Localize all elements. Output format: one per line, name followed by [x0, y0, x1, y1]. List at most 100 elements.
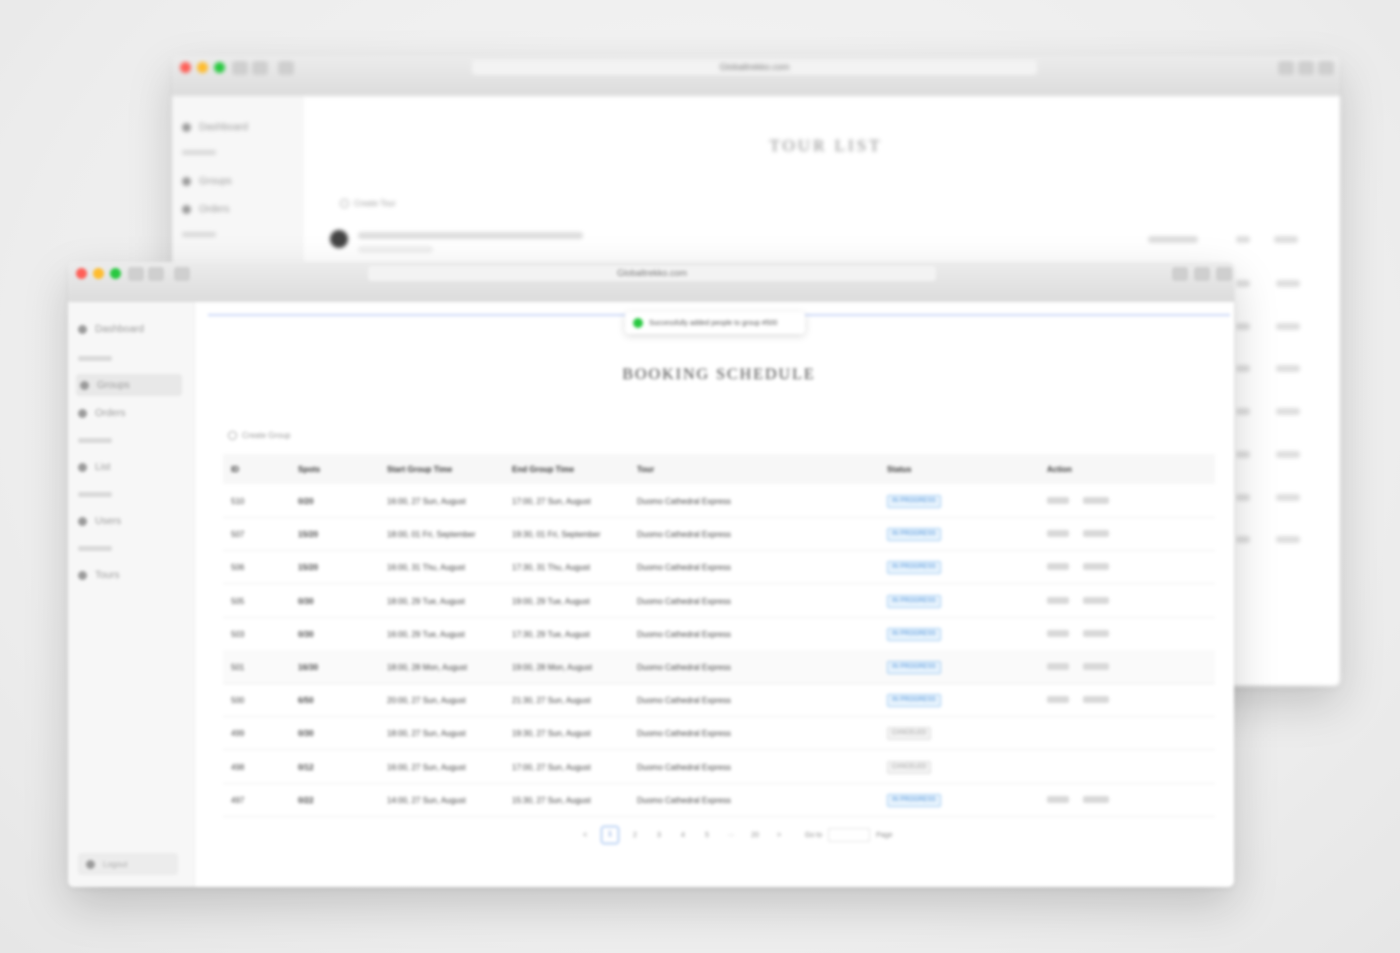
back-row-edit-action[interactable] [1236, 450, 1250, 458]
share-icon[interactable] [1172, 267, 1188, 281]
new-tab-icon[interactable] [1318, 61, 1334, 75]
sidebar-item-list[interactable]: List [78, 456, 111, 478]
sidebar-label: Dashboard [95, 323, 144, 335]
forward-nav-icon[interactable] [252, 61, 268, 75]
status-badge: CANCELED [887, 760, 932, 774]
back-row-edit-action[interactable] [1236, 493, 1250, 501]
prev-page-button[interactable]: < [573, 832, 597, 839]
row-edit-action[interactable] [1047, 795, 1069, 803]
sidebar-item-orders[interactable]: Orders [78, 402, 126, 424]
sidebar-item-users[interactable]: Users [78, 510, 121, 532]
cell-tour: Duomo Cathedral Express [637, 596, 731, 606]
next-page-button[interactable]: > [767, 832, 791, 839]
back-row-view-action[interactable] [1276, 536, 1300, 544]
back-row-view-action[interactable] [1276, 365, 1300, 373]
row-cancel-action[interactable] [1083, 663, 1109, 670]
maximize-icon[interactable] [110, 268, 121, 279]
column-header-end-time[interactable]: End Group Time [512, 465, 574, 474]
tour-edit-action[interactable] [1236, 236, 1250, 243]
plus-icon [340, 198, 349, 208]
table-row[interactable]: 503 0/30 16:00, 29 Tue, August 17:30, 29 Tu… [223, 617, 1215, 651]
row-cancel-action[interactable] [1083, 596, 1109, 604]
forward-nav-icon[interactable] [148, 267, 164, 281]
back-row-view-action[interactable] [1276, 450, 1300, 458]
cell-id: 503 [231, 629, 245, 639]
close-icon[interactable] [180, 62, 191, 73]
back-row-edit-action[interactable] [1236, 408, 1250, 416]
maximize-icon[interactable] [214, 62, 225, 73]
column-header-id[interactable]: ID [231, 465, 239, 474]
column-header-tour[interactable]: Tour [637, 465, 654, 474]
tabs-icon[interactable] [1194, 267, 1210, 281]
sidebar-item-groups[interactable]: Groups [76, 374, 182, 396]
column-header-spots[interactable]: Spots [298, 465, 320, 474]
row-cancel-action[interactable] [1083, 696, 1109, 704]
table-row[interactable]: 505 0/30 18:00, 29 Tue, August 19:00, 29 Tu… [223, 584, 1215, 618]
row-edit-action[interactable] [1047, 497, 1069, 504]
back-nav-icon[interactable] [232, 61, 248, 75]
tabs-icon[interactable] [1298, 61, 1314, 75]
back-sidebar-item-dashboard[interactable]: Dashboard [182, 116, 248, 138]
back-sidebar-item-orders[interactable]: Orders [182, 198, 230, 220]
back-nav-icon[interactable] [128, 267, 144, 281]
page-button-5[interactable]: 5 [695, 832, 719, 839]
column-header-status[interactable]: Status [887, 465, 911, 474]
row-cancel-action[interactable] [1083, 629, 1109, 637]
table-row[interactable]: 501 16/30 18:00, 28 Mon, August 19:00, 28 M… [223, 650, 1215, 684]
cell-tour: Duomo Cathedral Express [637, 696, 731, 706]
goto-page-input[interactable] [828, 828, 871, 842]
pagination-ellipsis[interactable]: ··· [719, 832, 743, 839]
table-row[interactable]: 499 0/30 18:00, 27 Sun, August 19:30, 27 Su… [223, 716, 1215, 751]
back-row-view-action[interactable] [1276, 322, 1300, 330]
back-row-edit-action[interactable] [1236, 365, 1250, 373]
back-url-bar[interactable]: Globaltrekko.com [472, 60, 1037, 75]
row-edit-action[interactable] [1047, 563, 1069, 571]
back-create-tour-button[interactable]: Create Tour [340, 196, 396, 210]
sidebar-item-tours[interactable]: Tours [78, 564, 119, 586]
row-cancel-action[interactable] [1083, 497, 1109, 504]
row-cancel-action[interactable] [1083, 530, 1109, 538]
create-group-button[interactable]: Create Group [228, 428, 290, 442]
table-row[interactable]: 497 0/22 14:00, 27 Sun, August 15:30, 27 Su… [223, 783, 1215, 817]
table-row[interactable]: 507 15/20 18:00, 01 Fri, September 19:30, 0… [223, 517, 1215, 552]
share-icon[interactable] [1278, 61, 1294, 75]
table-row[interactable]: 500 6/50 20:00, 27 Sun, August 21:30, 27 Su… [223, 683, 1215, 718]
sidebar-section [78, 492, 112, 497]
back-row-view-action[interactable] [1276, 280, 1300, 287]
cell-end-time: 21:30, 27 Sun, August [512, 696, 591, 706]
logout-button[interactable]: Logout [78, 853, 178, 875]
column-header-start-time[interactable]: Start Group Time [387, 465, 452, 474]
back-row-view-action[interactable] [1276, 493, 1300, 501]
back-row-edit-action[interactable] [1236, 322, 1250, 330]
page-button-4[interactable]: 4 [671, 832, 695, 839]
page-button-3[interactable]: 3 [647, 832, 671, 839]
cell-spots: 16/30 [298, 663, 319, 672]
row-edit-action[interactable] [1047, 629, 1069, 637]
back-row-edit-action[interactable] [1236, 536, 1250, 544]
page-button-2[interactable]: 2 [623, 832, 647, 839]
row-edit-action[interactable] [1047, 530, 1069, 538]
back-row-view-action[interactable] [1276, 408, 1300, 416]
row-edit-action[interactable] [1047, 696, 1069, 704]
front-url-bar[interactable]: Globaltrekko.com [368, 266, 936, 281]
minimize-icon[interactable] [197, 62, 208, 73]
last-page-button[interactable]: 20 [743, 832, 767, 839]
new-tab-icon[interactable] [1216, 267, 1232, 281]
row-cancel-action[interactable] [1083, 563, 1109, 571]
close-icon[interactable] [76, 268, 87, 279]
row-cancel-action[interactable] [1083, 795, 1109, 803]
tour-view-action[interactable] [1274, 236, 1298, 243]
back-row-edit-action[interactable] [1236, 280, 1250, 287]
orders-icon [182, 204, 191, 214]
page-button-1[interactable]: 1 [601, 826, 619, 844]
sidebar-toggle-icon[interactable] [174, 267, 190, 281]
row-edit-action[interactable] [1047, 663, 1069, 670]
row-edit-action[interactable] [1047, 596, 1069, 604]
minimize-icon[interactable] [93, 268, 104, 279]
table-row[interactable]: 510 0/20 16:00, 27 Sun, August 17:00, 27 Su… [223, 484, 1215, 518]
table-row[interactable]: 506 15/20 16:00, 31 Thu, August 17:30, 31 T… [223, 550, 1215, 585]
table-row[interactable]: 498 0/12 16:00, 27 Sun, August 17:00, 27 Su… [223, 750, 1215, 784]
back-sidebar-item-groups[interactable]: Groups [182, 170, 232, 192]
sidebar-item-dashboard[interactable]: Dashboard [78, 318, 144, 340]
sidebar-toggle-icon[interactable] [278, 61, 294, 75]
